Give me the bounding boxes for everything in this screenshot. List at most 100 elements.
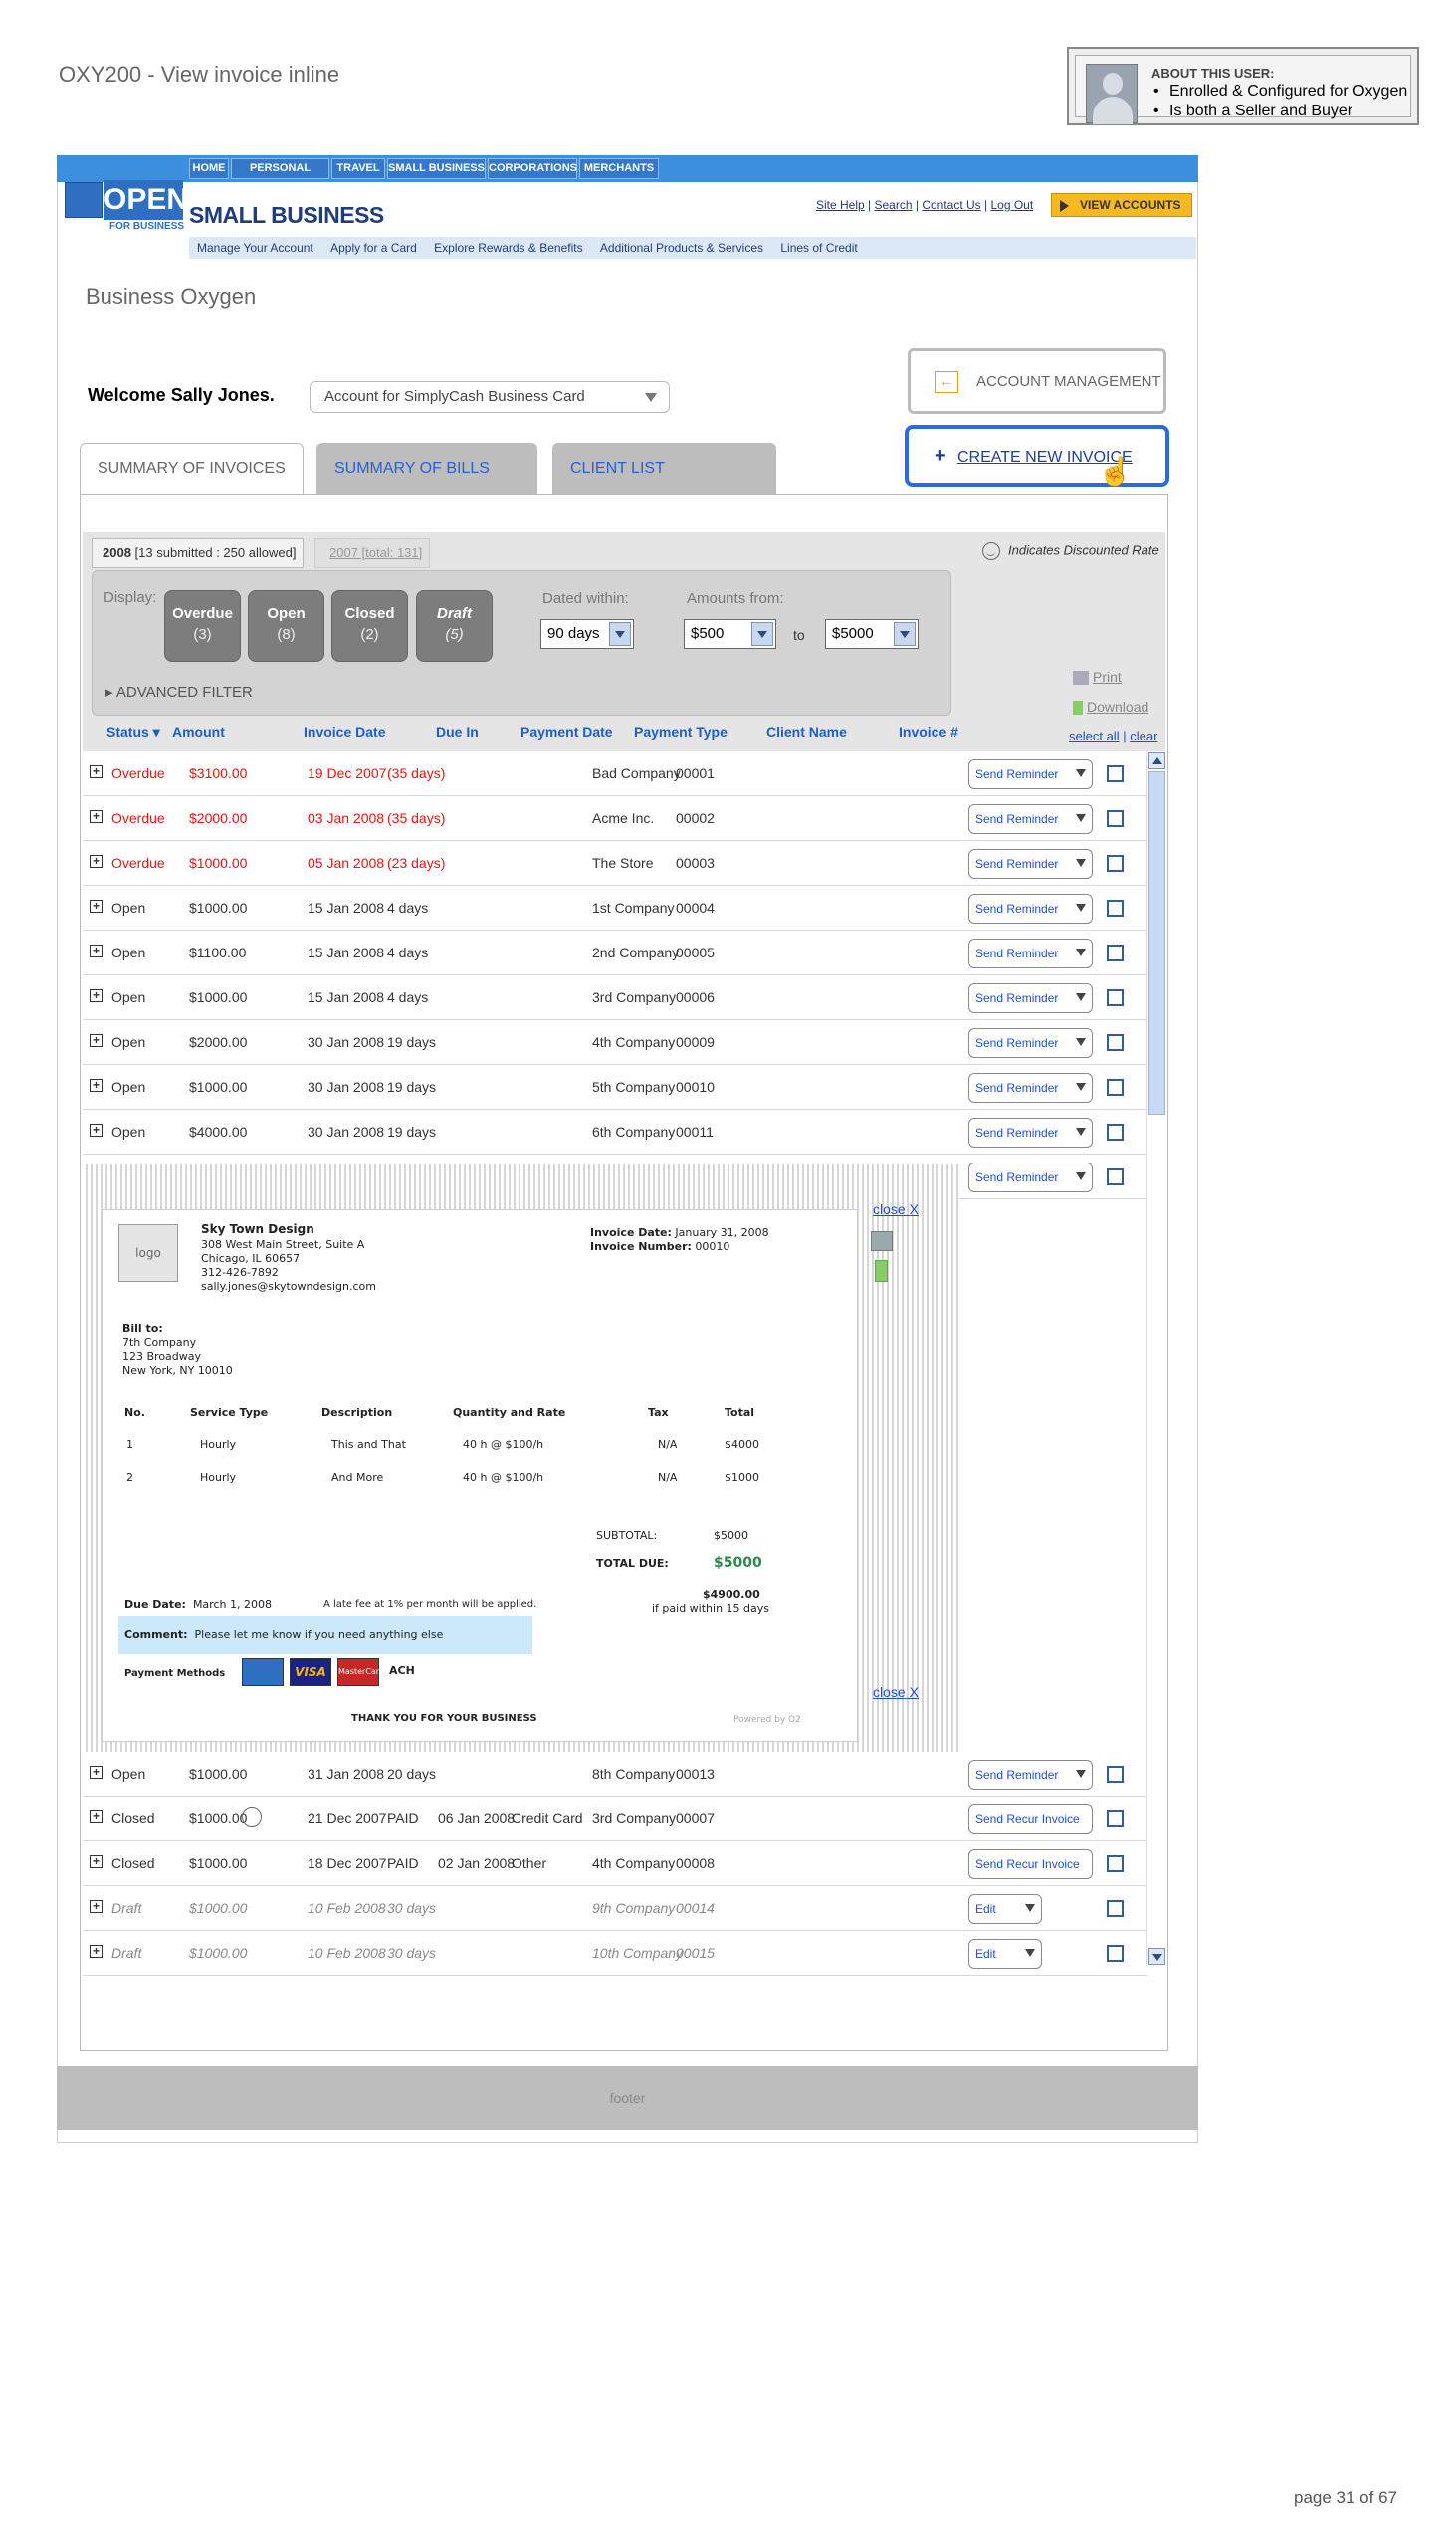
row-checkbox[interactable]	[1107, 810, 1124, 827]
chevron-down-icon[interactable]	[1076, 993, 1086, 1001]
send-recur-invoice-button[interactable]: Send Recur Invoice	[968, 1804, 1093, 1834]
row-checkbox[interactable]	[1107, 1124, 1124, 1141]
nav-merchants[interactable]: MERCHANTS	[579, 158, 659, 179]
expand-toggle-icon[interactable]: +	[90, 1945, 103, 1958]
chevron-down-icon[interactable]	[1076, 769, 1086, 777]
filter-closed-button[interactable]: Closed (2)	[331, 590, 408, 662]
table-row[interactable]: + Closed $1000.00 18 Dec 2007 PAID 02 Jan 200…	[83, 1841, 1147, 1886]
col-status[interactable]: Status ▾	[106, 724, 160, 740]
send-reminder-button[interactable]: Send Reminder	[968, 849, 1093, 879]
amount-from-select[interactable]: $500	[684, 619, 776, 649]
send-reminder-button[interactable]: Send Reminder	[968, 1028, 1093, 1058]
table-row[interactable]: + Open $1000.00 31 Jan 2008 20 days 8th Compa…	[83, 1752, 1147, 1797]
log-out-link[interactable]: Log Out	[990, 198, 1033, 212]
col-amount[interactable]: Amount	[172, 724, 225, 740]
send-reminder-button[interactable]: Send Reminder	[968, 983, 1093, 1013]
clear-link[interactable]: clear	[1130, 729, 1157, 743]
year-tab-2007[interactable]: 2007 [total: 131]	[314, 538, 430, 568]
expand-toggle-icon[interactable]: +	[90, 1034, 103, 1047]
account-select[interactable]: Account for SimplyCash Business Card	[310, 381, 670, 413]
table-row[interactable]: + Open $1100.00 15 Jan 2008 4 days 2nd Compan…	[83, 931, 1147, 975]
subnav-lines-of-credit[interactable]: Lines of Credit	[780, 241, 857, 255]
send-reminder-button[interactable]: Send Reminder	[968, 939, 1093, 968]
chevron-down-icon[interactable]	[1076, 1770, 1086, 1778]
expand-toggle-icon[interactable]: +	[90, 1900, 103, 1913]
contact-us-link[interactable]: Contact Us	[922, 198, 980, 212]
close-inline-invoice-top[interactable]: close X	[873, 1201, 919, 1217]
row-checkbox[interactable]	[1107, 1900, 1124, 1917]
table-row[interactable]: + Overdue $2000.00 03 Jan 2008 (35 days) Acme…	[83, 796, 1147, 841]
subnav-explore-rewards[interactable]: Explore Rewards & Benefits	[434, 241, 582, 255]
account-management-button[interactable]: ACCOUNT MANAGEMENT	[908, 348, 1166, 414]
expand-toggle-icon[interactable]: +	[90, 900, 103, 913]
expand-toggle-icon[interactable]: +	[90, 1766, 103, 1779]
row-checkbox[interactable]	[1107, 1034, 1124, 1051]
row-checkbox[interactable]	[1107, 989, 1124, 1006]
row-checkbox[interactable]	[1107, 945, 1124, 961]
row-checkbox[interactable]	[1107, 1766, 1124, 1783]
edit-button[interactable]: Edit	[968, 1894, 1042, 1924]
expand-toggle-icon[interactable]: +	[90, 945, 103, 957]
table-row[interactable]: + Open $1000.00 15 Jan 2008 4 days 3rd Compan…	[83, 975, 1147, 1020]
col-payment-date[interactable]: Payment Date	[520, 724, 613, 740]
send-reminder-button[interactable]: Send Reminder	[968, 1118, 1093, 1148]
send-reminder-button[interactable]: Send Reminder	[968, 1163, 1093, 1192]
subnav-manage-account[interactable]: Manage Your Account	[197, 241, 313, 255]
chevron-down-icon[interactable]	[1076, 814, 1086, 822]
open-logo[interactable]: OPEN FOR BUSINESS	[62, 179, 188, 235]
create-new-invoice-button[interactable]: + CREATE NEW INVOICE ☝	[905, 425, 1169, 487]
view-accounts-button[interactable]: VIEW ACCOUNTS	[1051, 193, 1192, 217]
chevron-down-icon[interactable]	[1076, 904, 1086, 912]
row-checkbox[interactable]	[1107, 1168, 1124, 1185]
table-scrollbar[interactable]	[1146, 751, 1166, 1966]
chevron-down-icon[interactable]	[1076, 1172, 1086, 1180]
send-reminder-button[interactable]: Send Reminder	[968, 759, 1093, 789]
expand-toggle-icon[interactable]: +	[90, 989, 103, 1002]
scroll-down-icon[interactable]	[1148, 1948, 1165, 1965]
select-all-link[interactable]: select all	[1069, 729, 1120, 743]
expand-toggle-icon[interactable]: +	[90, 1810, 103, 1823]
scroll-up-icon[interactable]	[1148, 752, 1165, 769]
nav-small-business[interactable]: SMALL BUSINESS	[387, 158, 486, 179]
amount-to-select[interactable]: $5000	[825, 619, 919, 649]
advanced-filter-toggle[interactable]: ▸ ADVANCED FILTER	[105, 683, 253, 701]
col-invoice-number[interactable]: Invoice #	[899, 724, 958, 740]
printer-icon[interactable]	[871, 1231, 893, 1251]
download-icon[interactable]	[875, 1260, 888, 1282]
row-checkbox[interactable]	[1107, 855, 1124, 872]
send-recur-invoice-button[interactable]: Send Recur Invoice	[968, 1849, 1093, 1879]
subnav-apply-card[interactable]: Apply for a Card	[330, 241, 417, 255]
col-due-in[interactable]: Due In	[436, 724, 479, 740]
col-client-name[interactable]: Client Name	[766, 724, 847, 740]
year-tab-2008[interactable]: 2008 [13 submitted : 250 allowed]	[92, 538, 304, 568]
table-row[interactable]: + Open $1000.00 30 Jan 2008 19 days 5th Compa…	[83, 1065, 1147, 1110]
table-row[interactable]: + Draft $1000.00 10 Feb 2008 30 days 10th Com…	[83, 1931, 1147, 1976]
chevron-down-icon[interactable]	[1076, 859, 1086, 867]
chevron-down-icon[interactable]	[1076, 949, 1086, 956]
chevron-down-icon[interactable]	[1076, 1083, 1086, 1091]
table-row[interactable]: + Open $2000.00 30 Jan 2008 19 days 4th Compa…	[83, 1020, 1147, 1065]
close-inline-invoice-bottom[interactable]: close X	[873, 1684, 919, 1700]
col-invoice-date[interactable]: Invoice Date	[304, 724, 385, 740]
send-reminder-button[interactable]: Send Reminder	[968, 804, 1093, 834]
tab-client-list[interactable]: CLIENT LIST	[552, 443, 776, 495]
download-link[interactable]: Download	[1073, 699, 1148, 716]
row-checkbox[interactable]	[1107, 900, 1124, 917]
table-row[interactable]: + Open $1000.00 15 Jan 2008 4 days 1st Compan…	[83, 886, 1147, 931]
row-checkbox[interactable]	[1107, 1855, 1124, 1872]
nav-home[interactable]: HOME	[189, 158, 229, 179]
filter-overdue-button[interactable]: Overdue (3)	[164, 590, 241, 662]
nav-travel[interactable]: TRAVEL	[331, 158, 385, 179]
table-row[interactable]: + Draft $1000.00 10 Feb 2008 30 days 9th Comp…	[83, 1886, 1147, 1931]
expand-toggle-icon[interactable]: +	[90, 1079, 103, 1092]
expand-toggle-icon[interactable]: +	[90, 855, 103, 868]
col-payment-type[interactable]: Payment Type	[634, 724, 728, 740]
send-reminder-button[interactable]: Send Reminder	[968, 894, 1093, 924]
chevron-down-icon[interactable]	[1025, 1949, 1035, 1957]
nav-corporations[interactable]: CORPORATIONS	[488, 158, 577, 179]
row-checkbox[interactable]	[1107, 1079, 1124, 1096]
table-row[interactable]: + Open $4000.00 30 Jan 2008 19 days 6th Compa…	[83, 1110, 1147, 1155]
table-row[interactable]: + Overdue $3100.00 19 Dec 2007 (35 days) Bad …	[83, 751, 1147, 796]
subnav-additional-products[interactable]: Additional Products & Services	[600, 241, 763, 255]
chevron-down-icon[interactable]	[1076, 1128, 1086, 1136]
